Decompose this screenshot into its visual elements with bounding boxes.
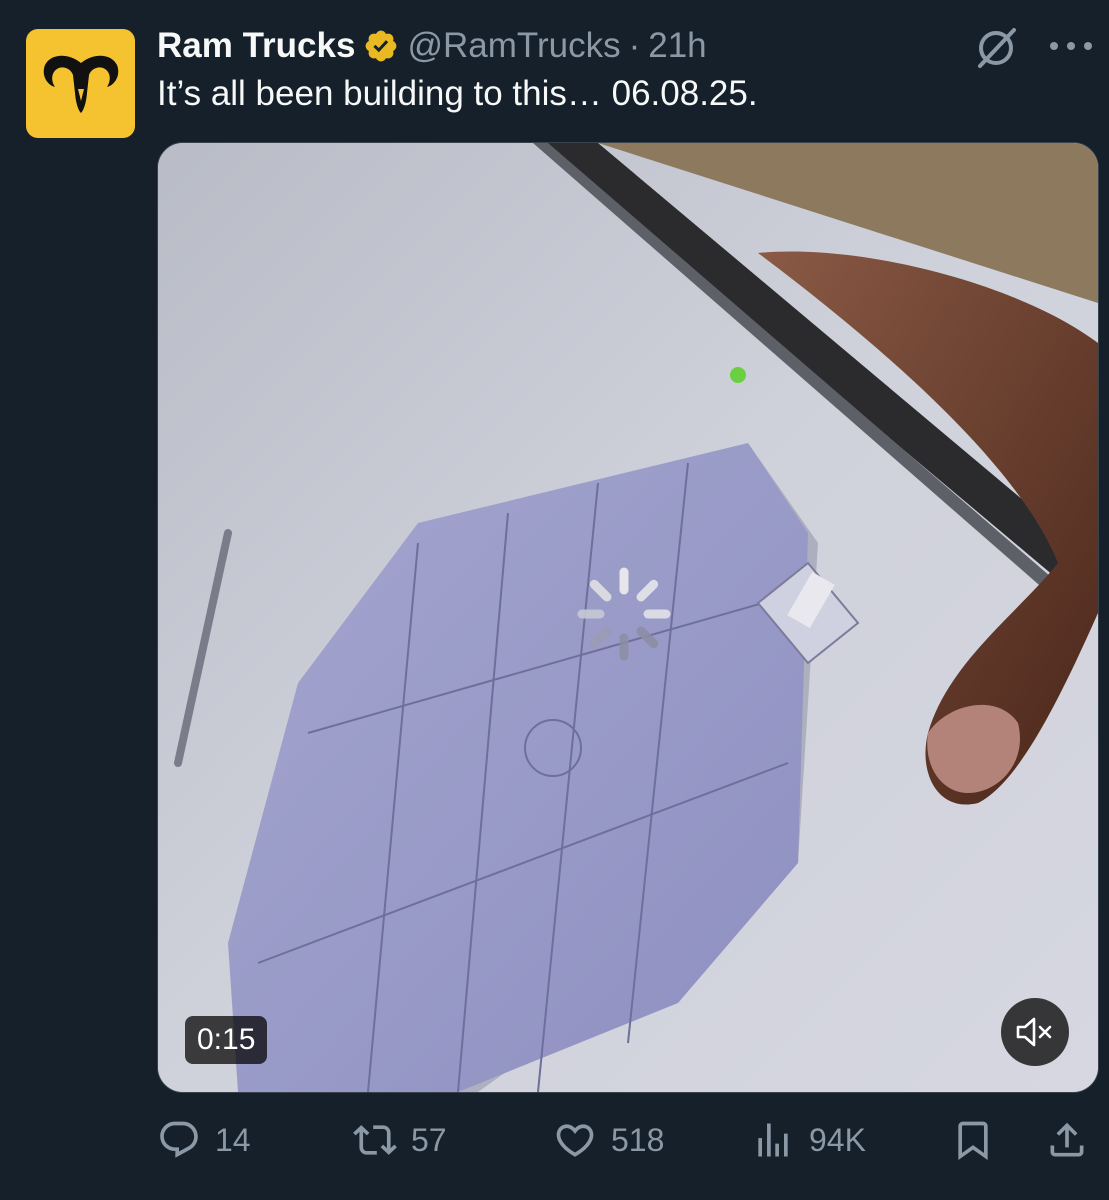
bookmark-icon xyxy=(958,1121,988,1161)
separator-dot: · xyxy=(628,26,641,65)
views-icon xyxy=(758,1123,788,1157)
repost-button[interactable]: 57 xyxy=(353,1110,447,1170)
handle[interactable]: @RamTrucks xyxy=(407,26,620,66)
reply-icon xyxy=(160,1121,198,1158)
more-icon[interactable] xyxy=(1048,34,1094,58)
repost-icon xyxy=(353,1125,397,1155)
action-bar: 14 57 518 94K xyxy=(157,1110,1097,1170)
display-name[interactable]: Ram Trucks xyxy=(157,26,355,66)
video-duration-badge: 0:15 xyxy=(185,1016,268,1064)
like-count: 518 xyxy=(611,1121,665,1158)
like-button[interactable]: 518 xyxy=(553,1110,664,1170)
mute-icon xyxy=(1016,1017,1052,1047)
loading-spinner-icon xyxy=(574,564,674,664)
views-button[interactable]: 94K xyxy=(751,1110,866,1170)
share-button[interactable] xyxy=(1045,1110,1089,1170)
views-count: 94K xyxy=(809,1121,866,1158)
tweet-text: It’s all been building to this… 06.08.25… xyxy=(157,74,758,113)
verified-badge-icon[interactable] xyxy=(363,28,399,64)
timestamp[interactable]: 21h xyxy=(648,26,706,66)
repost-count: 57 xyxy=(411,1121,447,1158)
grok-icon[interactable] xyxy=(972,24,1020,72)
video-player[interactable]: 0:15 xyxy=(157,142,1099,1093)
mute-button[interactable] xyxy=(1001,998,1069,1066)
tweet[interactable]: Ram Trucks @RamTrucks · 21h It’s all bee… xyxy=(0,0,1109,1200)
share-icon xyxy=(1050,1122,1084,1157)
reply-button[interactable]: 14 xyxy=(157,1110,251,1170)
avatar[interactable] xyxy=(26,29,135,138)
tweet-header: Ram Trucks @RamTrucks · 21h xyxy=(157,24,707,68)
like-icon xyxy=(556,1124,594,1157)
ram-logo-icon xyxy=(43,55,118,113)
reply-count: 14 xyxy=(215,1121,251,1158)
bookmark-button[interactable] xyxy=(951,1110,995,1170)
